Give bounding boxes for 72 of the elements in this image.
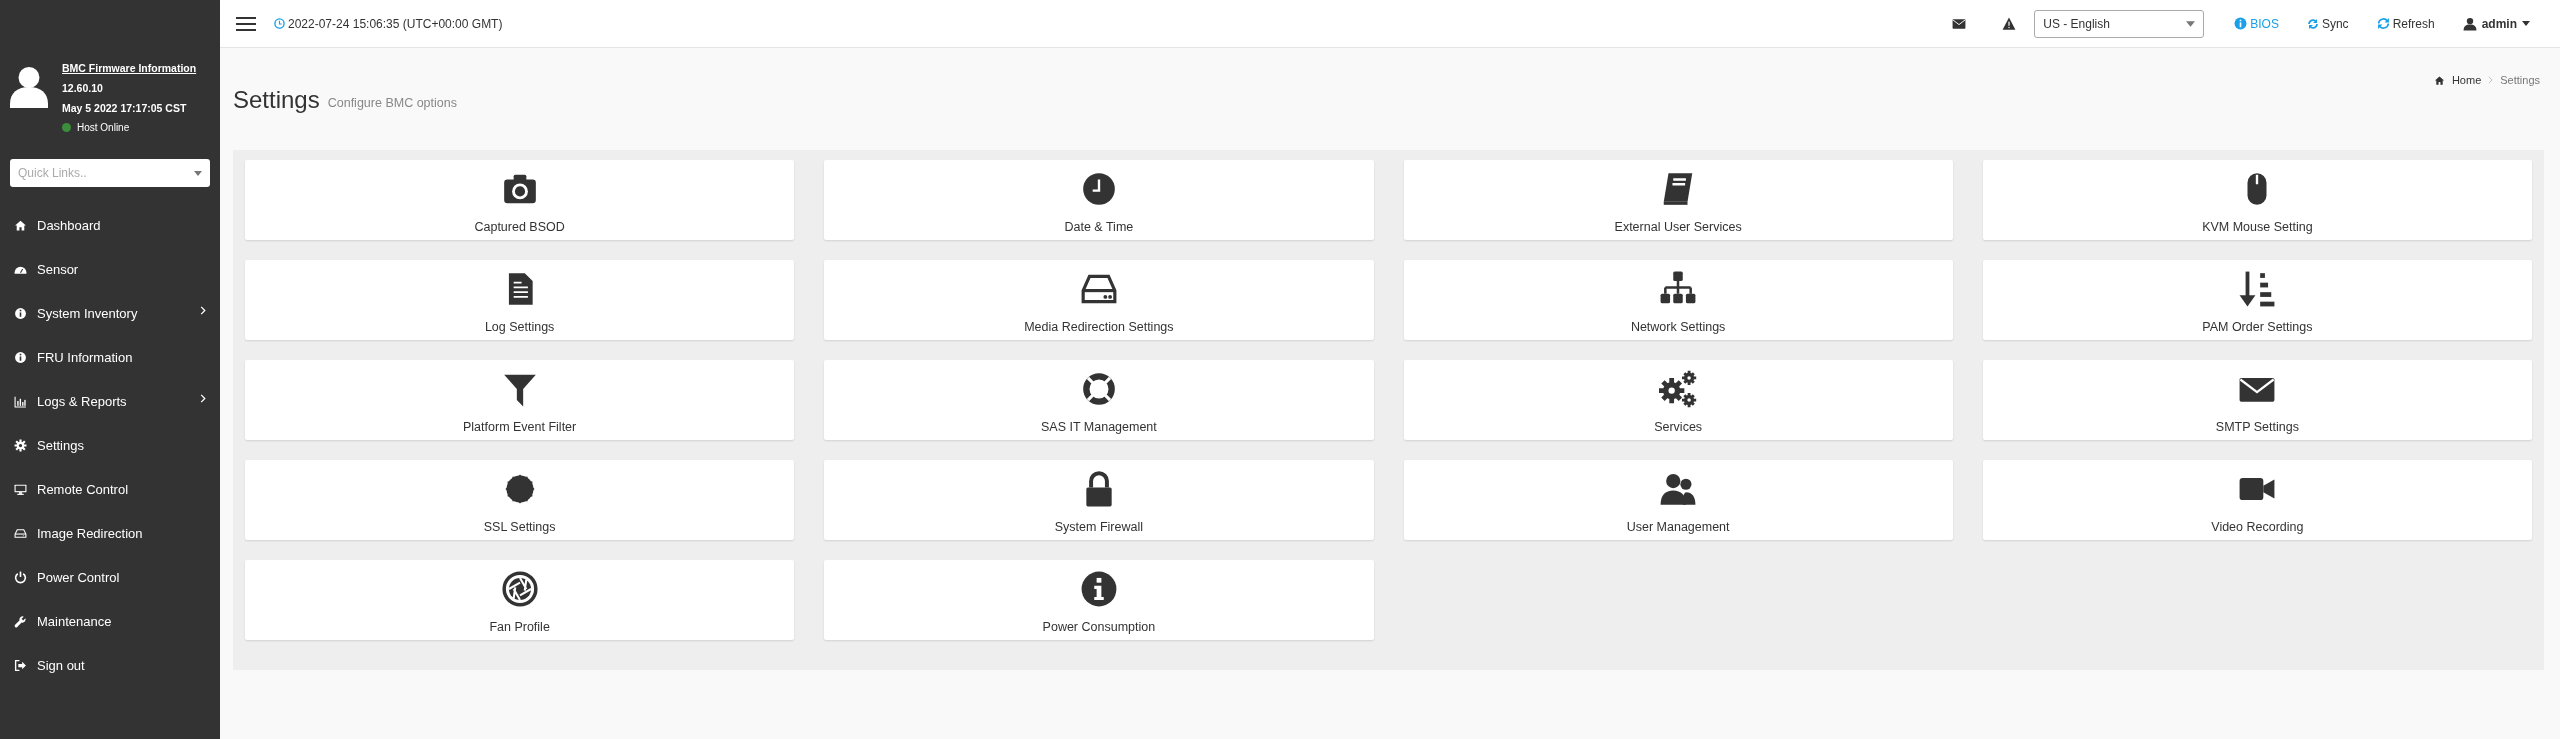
power-icon <box>14 570 27 584</box>
settings-card[interactable]: Captured BSOD <box>245 160 795 240</box>
host-status: Host Online <box>77 122 130 133</box>
sidebar-item[interactable]: Logs & Reports <box>0 379 220 423</box>
envelope-icon <box>1952 16 1967 31</box>
info-icon <box>1079 570 1118 608</box>
user-icon <box>2462 16 2477 31</box>
settings-card[interactable]: Services <box>1403 360 1953 440</box>
sidebar-item[interactable]: System Inventory <box>0 291 220 335</box>
firmware-info-link[interactable]: BMC Firmware Information <box>62 62 197 74</box>
chevron-right-icon <box>2488 76 2494 84</box>
page-subtitle: Configure BMC options <box>327 96 457 110</box>
settings-card[interactable]: SMTP Settings <box>1982 360 2532 440</box>
settings-card[interactable]: Video Recording <box>1982 460 2532 540</box>
clock-icon <box>274 18 285 29</box>
sidebar-item[interactable]: Dashboard <box>0 203 220 247</box>
caret-icon <box>194 171 202 176</box>
settings-card[interactable]: Date & Time <box>824 160 1374 240</box>
settings-card[interactable]: PAM Order Settings <box>1982 260 2532 340</box>
sync-button[interactable]: Sync <box>2296 10 2359 37</box>
user-avatar-icon <box>10 66 48 108</box>
settings-card[interactable]: SSL Settings <box>245 460 795 540</box>
bar-chart-icon <box>14 394 27 408</box>
settings-card[interactable]: Power Consumption <box>824 560 1374 640</box>
home-icon <box>2433 74 2445 86</box>
settings-card[interactable]: Fan Profile <box>245 560 795 640</box>
chevron-right-icon <box>200 393 206 403</box>
sidebar-item[interactable]: Power Control <box>0 555 220 599</box>
refresh-button[interactable]: Refresh <box>2366 10 2445 37</box>
breadcrumb-link[interactable]: Home <box>2451 74 2482 86</box>
settings-card[interactable]: KVM Mouse Setting <box>1982 160 2532 240</box>
settings-card[interactable]: Media Redirection Settings <box>824 260 1374 340</box>
aperture-icon <box>500 570 539 608</box>
firmware-build-date: May 5 2022 17:17:05 CST <box>62 102 188 114</box>
caret-icon <box>2522 21 2530 26</box>
sidebar-item[interactable]: Sensor <box>0 247 220 291</box>
user-menu-button[interactable]: admin <box>2452 10 2540 37</box>
page-title: Settings <box>233 86 320 114</box>
sidebar-item[interactable]: Remote Control <box>0 467 220 511</box>
hard-drive-icon <box>14 526 27 540</box>
settings-card[interactable]: System Firewall <box>824 460 1374 540</box>
settings-card[interactable]: User Management <box>1403 460 1953 540</box>
refresh-icon <box>2376 17 2390 30</box>
chevron-right-icon <box>200 305 206 315</box>
settings-card[interactable]: Log Settings <box>245 260 795 340</box>
gears-icon <box>1659 370 1698 408</box>
current-datetime: 2022-07-24 15:06:35 (UTC+00:00 GMT) <box>288 16 503 31</box>
quick-links-select[interactable]: Quick Links.. <box>10 159 210 187</box>
caret-icon <box>2186 20 2196 27</box>
warning-icon <box>2002 16 2017 31</box>
sync-icon <box>2306 17 2319 30</box>
sign-out-icon <box>14 658 27 672</box>
settings-card[interactable]: Network Settings <box>1403 260 1953 340</box>
settings-icon <box>14 438 27 452</box>
home-icon <box>14 218 27 232</box>
settings-card[interactable]: Platform Event Filter <box>245 360 795 440</box>
sidebar-item[interactable]: Sign out <box>0 643 220 687</box>
info-icon <box>2234 17 2248 30</box>
breadcrumb-current[interactable]: Settings <box>2500 74 2540 86</box>
settings-card[interactable]: External User Services <box>1403 160 1953 240</box>
info-icon <box>14 306 27 320</box>
sort-descending-icon <box>2238 270 2277 308</box>
monitor-icon <box>14 482 27 496</box>
settings-card[interactable]: SAS IT Management <box>824 360 1374 440</box>
info-icon <box>14 350 27 364</box>
wrench-icon <box>14 614 27 628</box>
firmware-version: 12.60.10 <box>62 82 104 94</box>
language-select[interactable]: US - English <box>2034 9 2205 38</box>
sidebar-item[interactable]: FRU Information <box>0 335 220 379</box>
sidebar-item[interactable]: Settings <box>0 423 220 467</box>
sidebar-item[interactable]: Image Redirection <box>0 511 220 555</box>
sidebar-item[interactable]: Maintenance <box>0 599 220 643</box>
